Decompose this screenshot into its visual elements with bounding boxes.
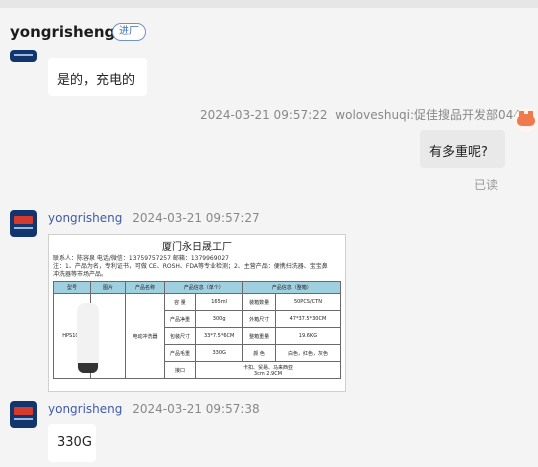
message-meta: yongrisheng 2024-03-21 09:57:38 xyxy=(48,402,260,416)
table-cell: 接口 xyxy=(164,361,196,379)
sender-name: yongrisheng xyxy=(48,211,123,225)
doc-title: 厦门永日晟工厂 xyxy=(162,242,232,253)
table-cell-text: 3cm 2.9CM xyxy=(253,370,283,377)
table-cell: 颜 色 xyxy=(242,344,276,362)
store-avatar[interactable] xyxy=(10,401,37,428)
table-cell: 容 量 xyxy=(164,293,196,311)
store-avatar[interactable] xyxy=(10,210,37,237)
table-cell: 产品净重 xyxy=(164,310,196,328)
message-time: 2024-03-21 09:57:22 xyxy=(200,108,328,122)
sender-name: woloveshuqi:促佳搜品开发部044 xyxy=(335,108,521,122)
message-bubble-left: 330G xyxy=(48,424,96,462)
table-header: 型号 xyxy=(53,281,91,294)
message-text: 有多重呢? xyxy=(429,145,488,160)
message-text: 330G xyxy=(57,435,92,450)
table-header: 产品信息（单个） xyxy=(163,281,244,294)
status-tag: 进厂 xyxy=(112,23,146,41)
message-meta: yongrisheng 2024-03-21 09:57:27 xyxy=(48,211,260,225)
table-cell: 整箱重量 xyxy=(242,327,276,345)
table-header: 产品名称 xyxy=(125,281,165,294)
table-cell: 电动冲洗器 xyxy=(125,293,165,379)
product-photo xyxy=(77,303,99,373)
doc-note-2: 冲洗器等市场产品。 xyxy=(53,271,108,278)
table-cell: 白色，红色，灰色 xyxy=(274,344,342,362)
message-time: 2024-03-21 09:57:27 xyxy=(132,211,260,225)
store-avatar[interactable] xyxy=(10,50,37,62)
sender-name: yongrisheng xyxy=(48,402,123,416)
chat-title: yongrisheng xyxy=(10,23,116,41)
image-attachment[interactable]: 厦门永日晟工厂 联系人：陈容泉 电话/微信：13759757257 邮箱：137… xyxy=(48,234,346,392)
table-cell: 47*37.5*30CM xyxy=(274,310,342,328)
table-cell: 包装尺寸 xyxy=(164,327,196,345)
user-avatar[interactable] xyxy=(514,108,538,132)
chat-header: yongrisheng 进厂 xyxy=(0,8,538,56)
table-cell: 330G xyxy=(194,344,244,362)
window-top-strip xyxy=(0,0,538,8)
read-status: 已读 xyxy=(474,178,499,192)
message-meta: 2024-03-21 09:57:22 woloveshuqi:促佳搜品开发部0… xyxy=(200,106,521,123)
table-header: 图片 xyxy=(90,281,126,294)
table-cell: 300g xyxy=(194,310,244,328)
table-cell: 165ml xyxy=(194,293,244,311)
message-text: 是的，充电的 xyxy=(57,73,136,88)
message-time: 2024-03-21 09:57:38 xyxy=(132,402,260,416)
table-cell: 卡扣、贸易、马来西亚 3cm 2.9CM xyxy=(194,361,342,379)
table-cell: 外箱尺寸 xyxy=(242,310,276,328)
table-header: 产品信息（整箱） xyxy=(242,281,341,294)
message-bubble-left: 是的，充电的 xyxy=(48,58,147,96)
table-cell: 产品毛重 xyxy=(164,344,196,362)
table-cell: 装箱数量 xyxy=(242,293,276,311)
table-cell: 50PCS/CTN xyxy=(274,293,342,311)
table-cell: 33*7.5*6CM xyxy=(194,327,244,345)
message-bubble-right: 有多重呢? xyxy=(420,130,505,168)
table-cell: 19.6KG xyxy=(274,327,342,345)
